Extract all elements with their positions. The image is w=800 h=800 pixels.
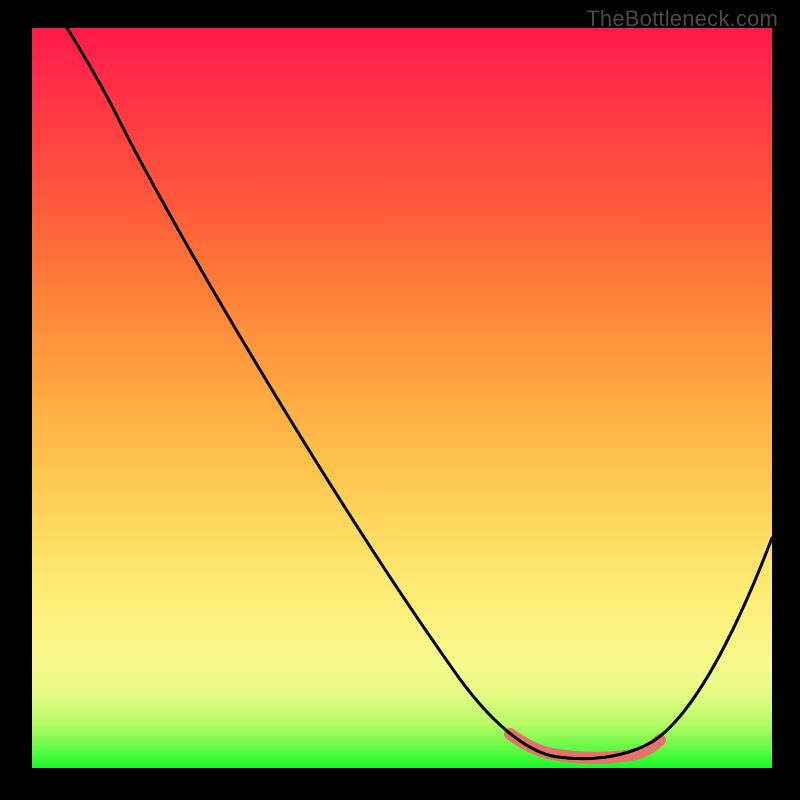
watermark-text: TheBottleneck.com (586, 6, 778, 32)
curve-overlay (32, 28, 772, 768)
chart-stage: TheBottleneck.com (0, 0, 800, 800)
curve-left (67, 28, 772, 759)
optimal-range-highlight (510, 734, 660, 758)
